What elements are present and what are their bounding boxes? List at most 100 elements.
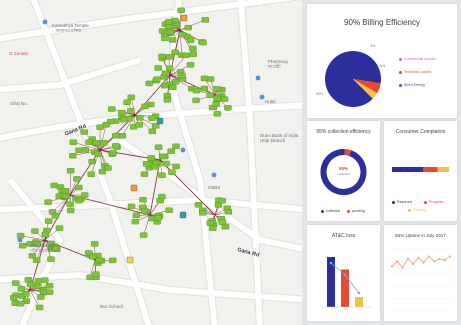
poi-pin-icon[interactable] bbox=[17, 237, 23, 243]
meter-node[interactable] bbox=[108, 106, 116, 112]
meter-node[interactable] bbox=[32, 257, 41, 264]
meter-node[interactable] bbox=[41, 231, 49, 238]
meter-node[interactable] bbox=[200, 85, 209, 92]
meter-node[interactable] bbox=[158, 153, 167, 160]
meter-node[interactable] bbox=[218, 198, 227, 204]
meter-node[interactable] bbox=[199, 210, 207, 216]
meter-node[interactable] bbox=[148, 115, 156, 121]
meter-node[interactable] bbox=[51, 213, 60, 219]
meter-node[interactable] bbox=[127, 203, 136, 209]
meter-node[interactable] bbox=[154, 65, 162, 71]
meter-node[interactable] bbox=[10, 295, 18, 301]
meter-node[interactable] bbox=[22, 291, 30, 297]
meter-node[interactable] bbox=[178, 31, 187, 38]
meter-node[interactable] bbox=[61, 188, 70, 194]
meter-node[interactable] bbox=[139, 197, 147, 203]
meter-node[interactable] bbox=[108, 257, 117, 264]
meter-node[interactable] bbox=[34, 278, 42, 284]
meter-node[interactable] bbox=[172, 143, 180, 149]
meter-node[interactable] bbox=[140, 208, 149, 214]
meter-node[interactable] bbox=[73, 176, 81, 182]
meter-node[interactable] bbox=[206, 92, 214, 98]
meter-node[interactable] bbox=[37, 294, 45, 300]
meter-node[interactable] bbox=[153, 76, 161, 82]
meter-node[interactable] bbox=[88, 253, 97, 260]
meter-node[interactable] bbox=[194, 202, 203, 208]
meter-node[interactable] bbox=[164, 23, 173, 30]
meter-node[interactable] bbox=[98, 168, 107, 175]
meter-node[interactable] bbox=[166, 54, 174, 60]
poi-pin-icon[interactable] bbox=[255, 75, 261, 81]
meter-node[interactable] bbox=[16, 301, 25, 307]
meter-node[interactable] bbox=[162, 160, 170, 167]
meter-node[interactable] bbox=[132, 212, 141, 218]
meter-node[interactable] bbox=[201, 17, 210, 23]
meter-node[interactable] bbox=[147, 155, 155, 161]
meter-node[interactable] bbox=[209, 225, 217, 231]
meter-node[interactable] bbox=[17, 286, 25, 292]
meter-node[interactable] bbox=[158, 28, 167, 34]
meter-node[interactable] bbox=[161, 35, 169, 42]
meter-node[interactable] bbox=[45, 283, 54, 289]
meter-node[interactable] bbox=[35, 304, 44, 311]
meter-node[interactable] bbox=[75, 197, 83, 204]
meter-node[interactable] bbox=[162, 70, 170, 77]
meter-node[interactable] bbox=[200, 75, 209, 82]
meter-node[interactable] bbox=[127, 94, 135, 101]
meter-node[interactable] bbox=[145, 80, 153, 87]
meter-node[interactable] bbox=[182, 52, 190, 59]
meter-node[interactable] bbox=[163, 97, 172, 103]
meter-node[interactable] bbox=[55, 225, 64, 231]
meter-node[interactable] bbox=[184, 24, 192, 31]
meter-node[interactable] bbox=[75, 184, 83, 191]
substation-marker[interactable] bbox=[156, 117, 164, 125]
meter-node[interactable] bbox=[165, 19, 173, 25]
meter-node[interactable] bbox=[148, 128, 157, 135]
meter-node[interactable] bbox=[127, 108, 135, 114]
meter-node[interactable] bbox=[189, 51, 197, 57]
meter-node[interactable] bbox=[192, 87, 201, 94]
meter-node[interactable] bbox=[151, 164, 160, 170]
meter-node[interactable] bbox=[165, 65, 174, 71]
meter-node[interactable] bbox=[178, 72, 186, 79]
meter-node[interactable] bbox=[177, 7, 185, 14]
meter-node[interactable] bbox=[75, 147, 83, 154]
meter-node[interactable] bbox=[90, 241, 99, 247]
meter-node[interactable] bbox=[12, 280, 20, 286]
meter-node[interactable] bbox=[172, 79, 180, 85]
meter-node[interactable] bbox=[44, 199, 52, 205]
meter-node[interactable] bbox=[142, 161, 151, 167]
meter-node[interactable] bbox=[161, 82, 169, 89]
meter-node[interactable] bbox=[206, 220, 214, 226]
substation-marker[interactable] bbox=[130, 184, 138, 192]
meter-node[interactable] bbox=[96, 124, 104, 130]
meter-node[interactable] bbox=[119, 116, 128, 123]
meter-node[interactable] bbox=[44, 218, 53, 224]
meter-node[interactable] bbox=[192, 97, 200, 104]
meter-node[interactable] bbox=[66, 167, 75, 174]
meter-node[interactable] bbox=[165, 207, 173, 213]
meter-node[interactable] bbox=[118, 109, 126, 116]
meter-node[interactable] bbox=[100, 140, 108, 146]
meter-node[interactable] bbox=[136, 115, 144, 121]
meter-node[interactable] bbox=[85, 139, 93, 145]
poi-pin-icon[interactable] bbox=[259, 94, 265, 100]
meter-node[interactable] bbox=[67, 207, 75, 214]
meter-node[interactable] bbox=[26, 281, 35, 288]
meter-node[interactable] bbox=[123, 99, 131, 105]
meter-node[interactable] bbox=[28, 253, 37, 259]
meter-node[interactable] bbox=[52, 245, 60, 252]
meter-node[interactable] bbox=[186, 62, 195, 68]
meter-node[interactable] bbox=[109, 150, 117, 156]
meter-node[interactable] bbox=[69, 153, 77, 159]
meter-node[interactable] bbox=[24, 277, 33, 283]
meter-node[interactable] bbox=[41, 277, 49, 283]
meter-node[interactable] bbox=[112, 132, 120, 139]
meter-node[interactable] bbox=[158, 53, 166, 60]
meter-node[interactable] bbox=[168, 37, 177, 43]
meter-node[interactable] bbox=[92, 140, 101, 146]
meter-node[interactable] bbox=[88, 158, 96, 165]
meter-node[interactable] bbox=[34, 283, 42, 290]
meter-node[interactable] bbox=[47, 256, 55, 262]
meter-node[interactable] bbox=[186, 37, 195, 43]
